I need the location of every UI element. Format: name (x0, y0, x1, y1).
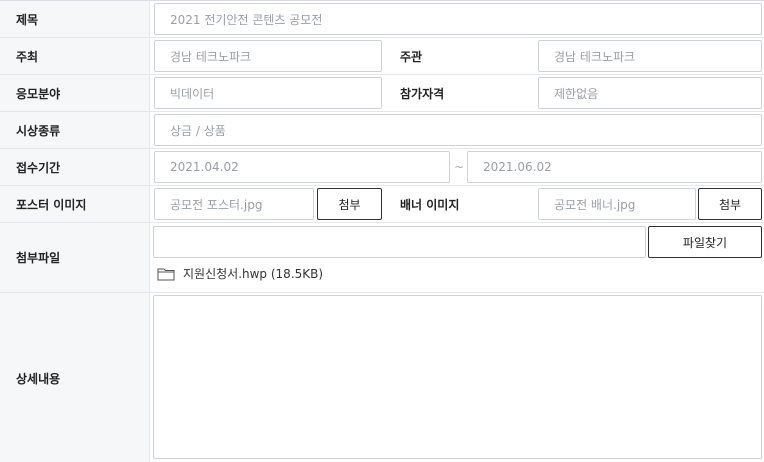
attached-file-name: 지원신청서.hwp (18.5KB) (183, 267, 324, 281)
period-end-input[interactable]: 2021.06.02 (467, 151, 762, 183)
row-images: 포스터 이미지 공모전 포스터.jpg 첨부 배너 이미지 공모전 배너.jpg… (0, 186, 764, 223)
eligibility-input[interactable]: 제한없음 (538, 77, 762, 109)
organizer-label: 주관 (400, 49, 423, 64)
row-host: 주최 경남 테크노파크 주관 경남 테크노파크 (0, 38, 764, 75)
period-label: 접수기간 (0, 149, 150, 185)
attachment-input[interactable] (153, 226, 646, 258)
host-label: 주최 (0, 38, 150, 74)
poster-input[interactable]: 공모전 포스터.jpg (154, 188, 314, 220)
poster-attach-button[interactable]: 첨부 (317, 188, 382, 220)
contest-form: 제목 2021 전기안전 콘텐츠 공모전 주최 경남 테크노파크 주관 경남 테… (0, 0, 764, 462)
row-field: 응모분야 빅데이터 참가자격 제한없음 (0, 75, 764, 112)
period-start-input[interactable]: 2021.04.02 (154, 151, 450, 183)
award-label: 시상종류 (0, 112, 150, 148)
row-attachment: 첨부파일 파일찾기 지원신청서.hwp (18.5KB) (0, 223, 764, 293)
row-detail: 상세내용 (0, 293, 764, 462)
field-input[interactable]: 빅데이터 (154, 77, 382, 109)
attachment-label: 첨부파일 (0, 223, 150, 292)
row-period: 접수기간 2021.04.02 ~ 2021.06.02 (0, 149, 764, 186)
title-label: 제목 (0, 1, 150, 37)
field-label: 응모분야 (0, 75, 150, 111)
folder-icon (157, 268, 175, 280)
file-search-button[interactable]: 파일찾기 (648, 226, 762, 258)
row-title: 제목 2021 전기안전 콘텐츠 공모전 (0, 1, 764, 38)
eligibility-label: 참가자격 (400, 86, 445, 101)
organizer-input[interactable]: 경남 테크노파크 (538, 40, 762, 72)
period-separator: ~ (454, 160, 465, 174)
banner-label: 배너 이미지 (400, 197, 460, 212)
row-award: 시상종류 상금 / 상품 (0, 112, 764, 149)
detail-label: 상세내용 (0, 293, 150, 462)
banner-input[interactable]: 공모전 배너.jpg (538, 188, 696, 220)
attached-file[interactable]: 지원신청서.hwp (18.5KB) (157, 265, 323, 282)
award-input[interactable]: 상금 / 상품 (154, 114, 762, 146)
poster-label: 포스터 이미지 (0, 186, 150, 222)
banner-attach-button[interactable]: 첨부 (698, 188, 762, 220)
host-input[interactable]: 경남 테크노파크 (154, 40, 382, 72)
title-input[interactable]: 2021 전기안전 콘텐츠 공모전 (154, 3, 762, 35)
detail-textarea[interactable] (153, 295, 762, 459)
